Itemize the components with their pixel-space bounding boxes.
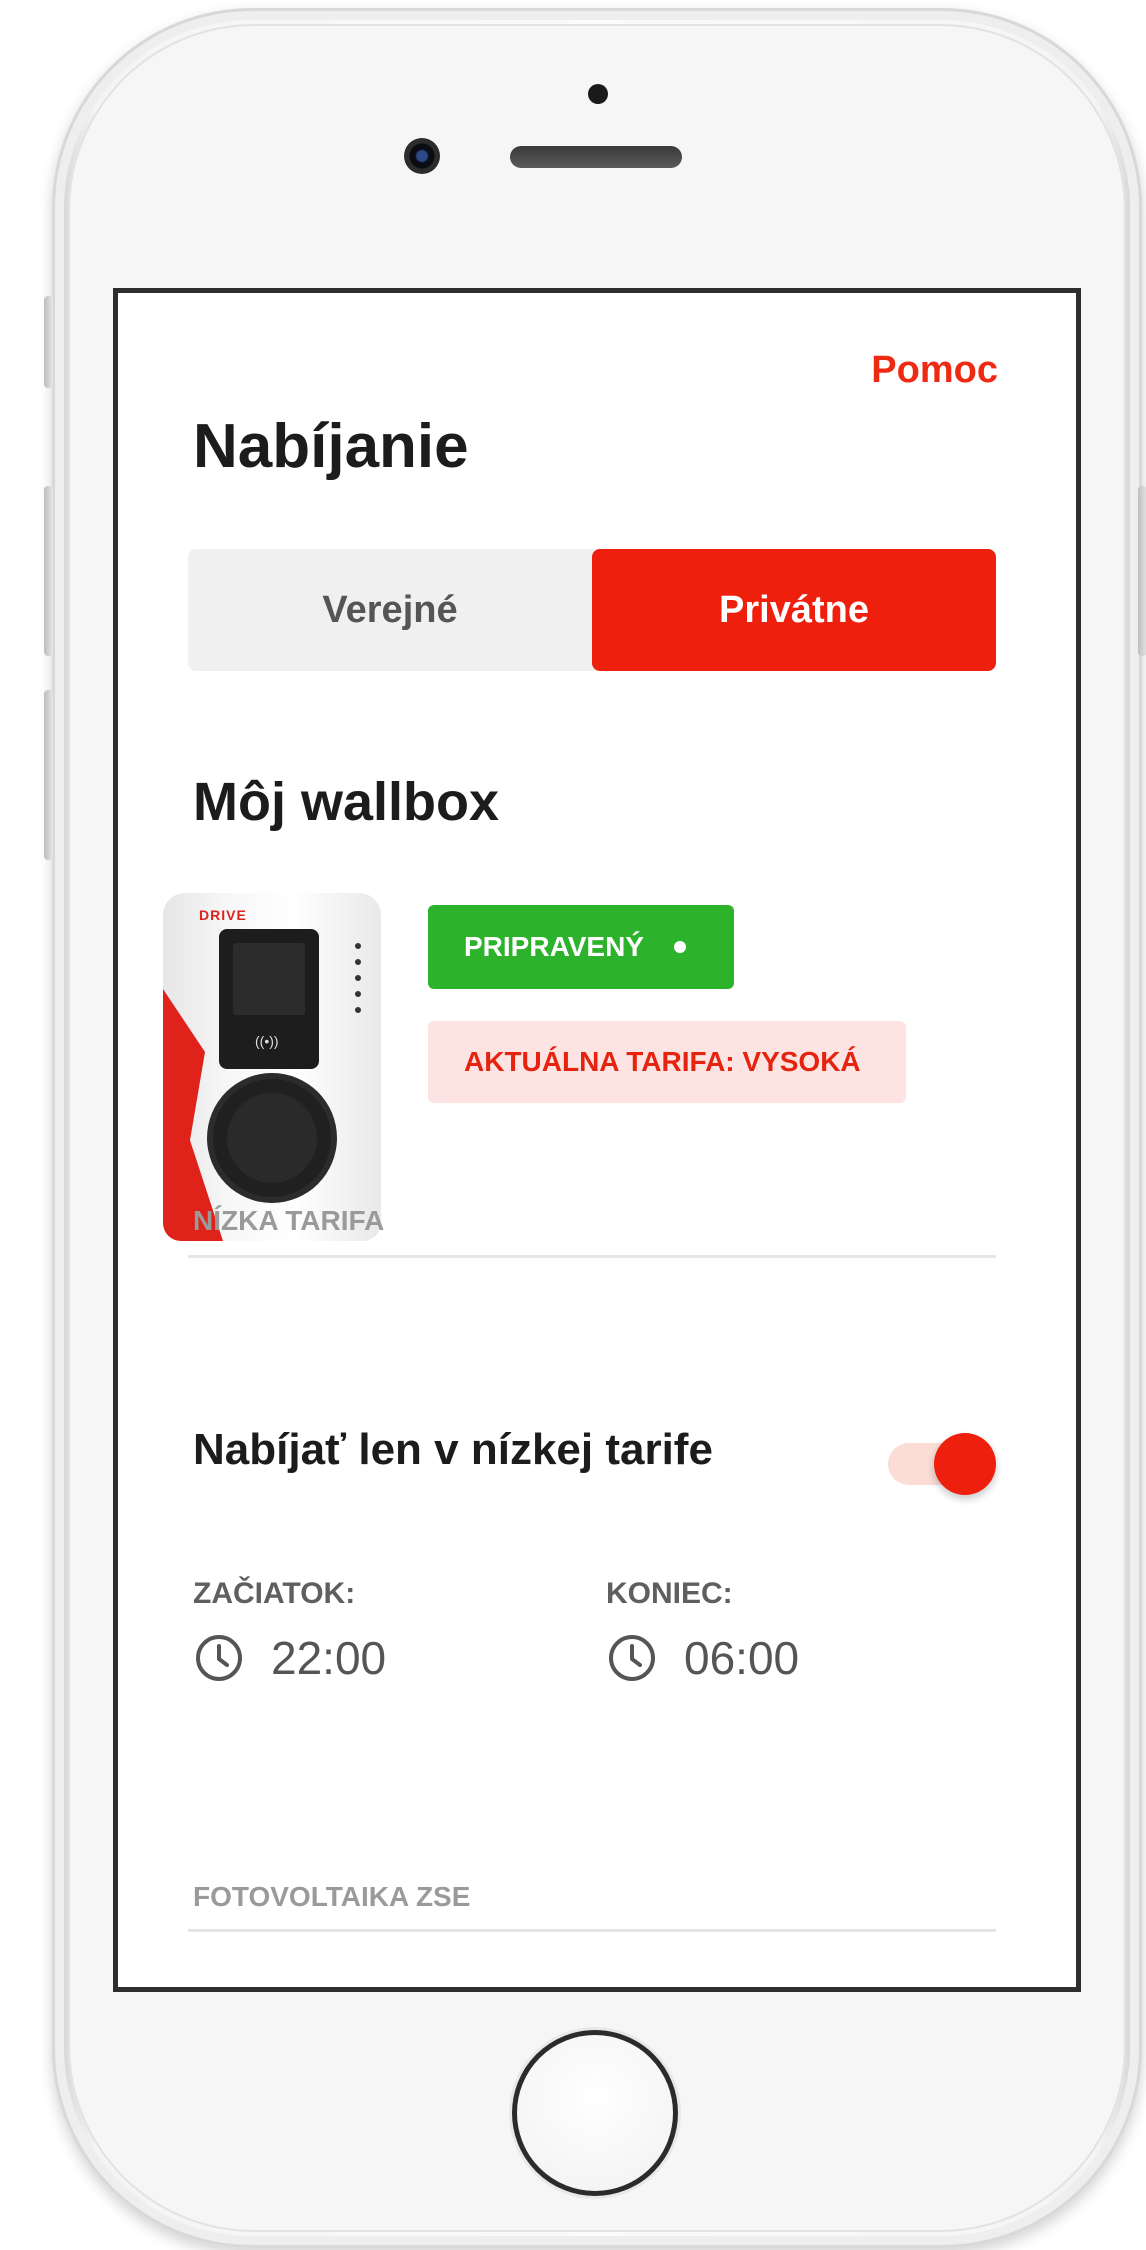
low-tariff-toggle[interactable] (888, 1433, 996, 1495)
end-time-picker[interactable]: 06:00 (606, 1631, 799, 1685)
volume-down-button (44, 690, 53, 860)
earpiece-speaker (510, 146, 682, 168)
low-tariff-toggle-label: Nabíjať len v nízkej tarife (193, 1425, 713, 1474)
status-dot-icon (673, 941, 686, 953)
low-tariff-section-label: NÍZKA TARIFA (193, 1205, 385, 1236)
device-brand-logo: DRIVE (199, 907, 247, 923)
photovoltaics-section-label: FOTOVOLTAIKA ZSE (193, 1881, 471, 1912)
rfid-icon: ((•)) (255, 1033, 279, 1049)
home-button (512, 2030, 678, 2196)
device-red-stripe (163, 989, 223, 1241)
start-time-value: 22:00 (271, 1632, 387, 1684)
divider (188, 1929, 996, 1932)
proximity-sensor (588, 84, 608, 104)
divider (188, 1255, 996, 1258)
tab-public[interactable]: Verejné (188, 549, 592, 671)
tab-private[interactable]: Privátne (592, 549, 996, 671)
device-socket (213, 1079, 331, 1197)
charging-type-switch: Verejné Privátne (188, 549, 996, 671)
mute-switch (44, 296, 53, 388)
start-time-label: ZAČIATOK: (193, 1577, 356, 1610)
status-badge-label: PRIPRAVENÝ (464, 931, 644, 962)
volume-up-button (44, 486, 53, 656)
power-button (1138, 486, 1146, 656)
device-lcd (233, 943, 305, 1015)
status-badge: PRIPRAVENÝ (428, 905, 734, 989)
app-screen: Pomoc Nabíjanie Verejné Privátne Môj wal… (113, 288, 1081, 1992)
device-status-leds (329, 933, 367, 1063)
clock-icon (609, 1635, 655, 1681)
clock-icon (196, 1635, 242, 1681)
device-display: ((•)) (219, 929, 319, 1069)
wallbox-section-title: Môj wallbox (193, 772, 500, 832)
tariff-badge: AKTUÁLNA TARIFA: VYSOKÁ (428, 1021, 906, 1103)
front-camera (404, 138, 440, 174)
start-time-picker[interactable]: 22:00 (193, 1631, 386, 1685)
page-title: Nabíjanie (193, 412, 469, 481)
tariff-badge-label: AKTUÁLNA TARIFA: VYSOKÁ (464, 1046, 861, 1077)
wallbox-device-image: DRIVE ((•)) (163, 893, 381, 1241)
toggle-knob (934, 1433, 996, 1495)
end-time-value: 06:00 (684, 1632, 800, 1684)
help-link[interactable]: Pomoc (871, 349, 998, 392)
end-time-label: KONIEC: (606, 1577, 733, 1610)
